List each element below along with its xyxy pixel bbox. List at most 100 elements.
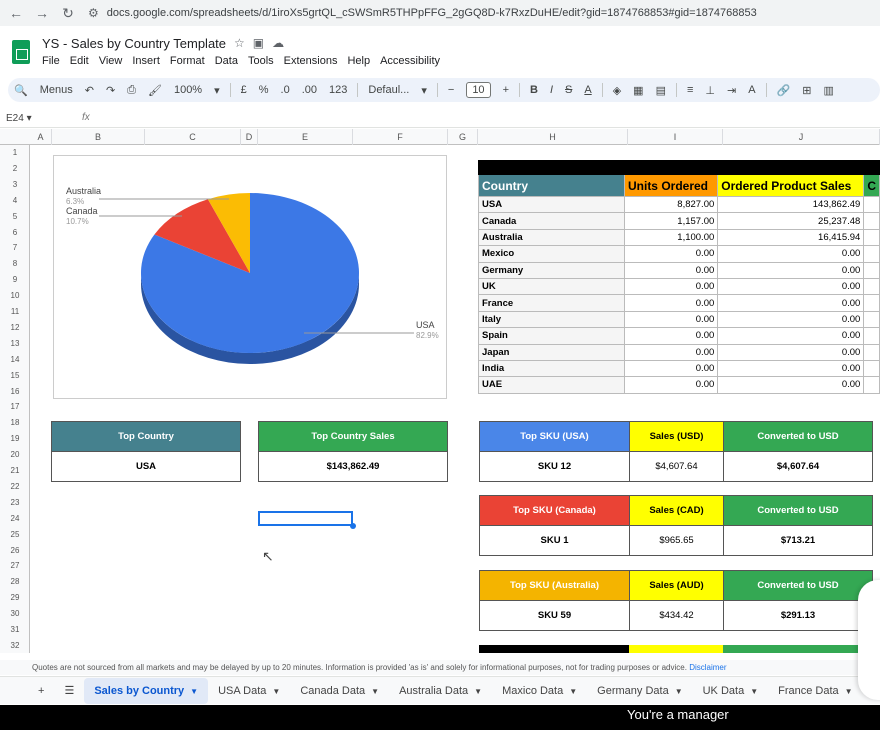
row-header[interactable]: 19 (0, 431, 30, 447)
converted-usd-header[interactable]: Converted to USD (723, 570, 873, 601)
units-cell[interactable]: 1,100.00 (623, 228, 719, 247)
sales-usd-value[interactable]: $4,607.64 (629, 451, 724, 482)
chevron-down-icon[interactable]: ▾ (214, 84, 220, 97)
column-header-f[interactable]: F (353, 129, 448, 145)
country-cell[interactable]: Canada (478, 212, 625, 230)
font-select[interactable]: Defaul... (368, 84, 409, 96)
converted-usd-value[interactable]: $713.21 (723, 525, 873, 556)
sku-canada-value[interactable]: SKU 1 (479, 525, 630, 556)
column-header-g[interactable]: G (448, 129, 478, 145)
cut-off-cell[interactable] (863, 212, 880, 230)
align-icon[interactable]: ≡ (687, 84, 693, 96)
cut-off-cell[interactable] (863, 228, 880, 247)
row-header[interactable]: 10 (0, 288, 30, 304)
text-color-icon[interactable]: A (584, 84, 591, 96)
column-header-h[interactable]: H (478, 129, 628, 145)
row-header[interactable]: 8 (0, 256, 30, 272)
menu-tools[interactable]: Tools (248, 55, 274, 67)
sales-cell[interactable]: 25,237.48 (717, 212, 865, 230)
country-cell[interactable]: Spain (478, 327, 625, 345)
menu-insert[interactable]: Insert (132, 55, 160, 67)
country-cell[interactable]: UK (478, 277, 625, 296)
fill-handle[interactable] (350, 523, 356, 529)
undo-icon[interactable]: ↶ (85, 84, 94, 97)
menu-accessibility[interactable]: Accessibility (380, 55, 440, 67)
sales-usd-header[interactable]: Sales (USD) (629, 421, 724, 452)
sku-australia-header[interactable]: Top SKU (Australia) (479, 570, 630, 601)
sales-aud-header[interactable]: Sales (AUD) (629, 570, 724, 601)
sales-cad-header[interactable]: Sales (CAD) (629, 495, 724, 526)
sales-cell[interactable]: 0.00 (717, 359, 865, 378)
country-cell[interactable]: Italy (478, 310, 625, 329)
sheet-tab[interactable]: UK Data ▼ (693, 678, 769, 704)
bold-icon[interactable]: B (530, 84, 538, 96)
country-cell[interactable]: Australia (478, 228, 625, 247)
sheet-tab[interactable]: Maxico Data ▼ (492, 678, 587, 704)
top-country-sales-header[interactable]: Top Country Sales (258, 421, 448, 452)
menu-format[interactable]: Format (170, 55, 205, 67)
all-sheets-icon[interactable]: ☰ (54, 678, 84, 704)
row-header[interactable]: 17 (0, 399, 30, 415)
row-header[interactable]: 32 (0, 638, 30, 654)
cloud-status-icon[interactable]: ☁ (272, 36, 292, 50)
row-header[interactable]: 16 (0, 384, 30, 400)
sales-cell[interactable]: 0.00 (717, 261, 865, 279)
row-header[interactable]: 21 (0, 463, 30, 479)
sheets-logo-icon[interactable] (12, 40, 30, 64)
sheet-tab[interactable]: Sales by Country ▼ (84, 677, 209, 704)
wrap-icon[interactable]: ⇥ (727, 84, 736, 97)
row-header[interactable]: 12 (0, 320, 30, 336)
borders-icon[interactable]: ▦ (633, 84, 643, 97)
units-cell[interactable]: 0.00 (623, 294, 719, 312)
units-cell[interactable]: 0.00 (623, 261, 719, 279)
font-size-increase-icon[interactable]: + (503, 84, 509, 96)
chevron-down-icon[interactable]: ▾ (421, 84, 427, 97)
sales-cell[interactable]: 0.00 (717, 343, 865, 361)
top-country-header[interactable]: Top Country (51, 421, 241, 452)
units-cell[interactable]: 0.00 (623, 245, 719, 263)
country-table-header[interactable]: C (863, 174, 880, 197)
chevron-down-icon[interactable]: ▼ (371, 687, 379, 696)
move-folder-icon[interactable]: ▣ (253, 36, 272, 50)
units-cell[interactable]: 0.00 (623, 376, 719, 394)
back-icon[interactable]: ← (6, 3, 26, 23)
print-icon[interactable]: ⎙ (127, 84, 136, 97)
cut-off-cell[interactable] (863, 195, 880, 214)
percent-button[interactable]: % (259, 84, 269, 96)
menu-extensions[interactable]: Extensions (284, 55, 338, 67)
column-header-d[interactable]: D (241, 129, 258, 145)
converted-usd-value[interactable]: $291.13 (723, 600, 873, 631)
chevron-down-icon[interactable]: ▼ (474, 687, 482, 696)
cut-off-cell[interactable] (863, 327, 880, 345)
row-header[interactable]: 9 (0, 272, 30, 288)
cut-off-cell[interactable] (863, 261, 880, 279)
sku-australia-value[interactable]: SKU 59 (479, 600, 630, 631)
reload-icon[interactable]: ↻ (58, 3, 78, 23)
column-header-i[interactable]: I (628, 129, 723, 145)
units-cell[interactable]: 0.00 (623, 327, 719, 345)
decrease-decimal-button[interactable]: .0 (281, 84, 290, 96)
merge-cells-icon[interactable]: ▤ (656, 84, 666, 97)
converted-usd-header[interactable]: Converted to USD (723, 421, 873, 452)
row-header[interactable]: 29 (0, 590, 30, 606)
sales-cell[interactable]: 0.00 (717, 277, 865, 296)
top-country-value[interactable]: USA (51, 451, 241, 482)
disclaimer-link[interactable]: Disclaimer (689, 663, 726, 672)
converted-usd-value[interactable]: $4,607.64 (723, 451, 873, 482)
row-header[interactable]: 1 (0, 145, 30, 161)
units-cell[interactable]: 1,157.00 (623, 212, 719, 230)
row-header[interactable]: 11 (0, 304, 30, 320)
cut-off-cell[interactable] (863, 376, 880, 394)
sheet-tab[interactable]: USA Data ▼ (208, 678, 290, 704)
valign-icon[interactable]: ⊥ (705, 84, 715, 97)
column-header-b[interactable]: B (52, 129, 145, 145)
sales-cell[interactable]: 143,862.49 (717, 195, 865, 214)
chevron-down-icon[interactable]: ▼ (675, 687, 683, 696)
sales-cad-value[interactable]: $965.65 (629, 525, 724, 556)
country-table-header[interactable]: Ordered Product Sales (717, 174, 865, 197)
column-header-e[interactable]: E (258, 129, 353, 145)
menu-data[interactable]: Data (215, 55, 238, 67)
chart-icon[interactable]: ▥ (823, 84, 833, 97)
sales-cell[interactable]: 0.00 (717, 376, 865, 394)
row-header[interactable]: 4 (0, 193, 30, 209)
